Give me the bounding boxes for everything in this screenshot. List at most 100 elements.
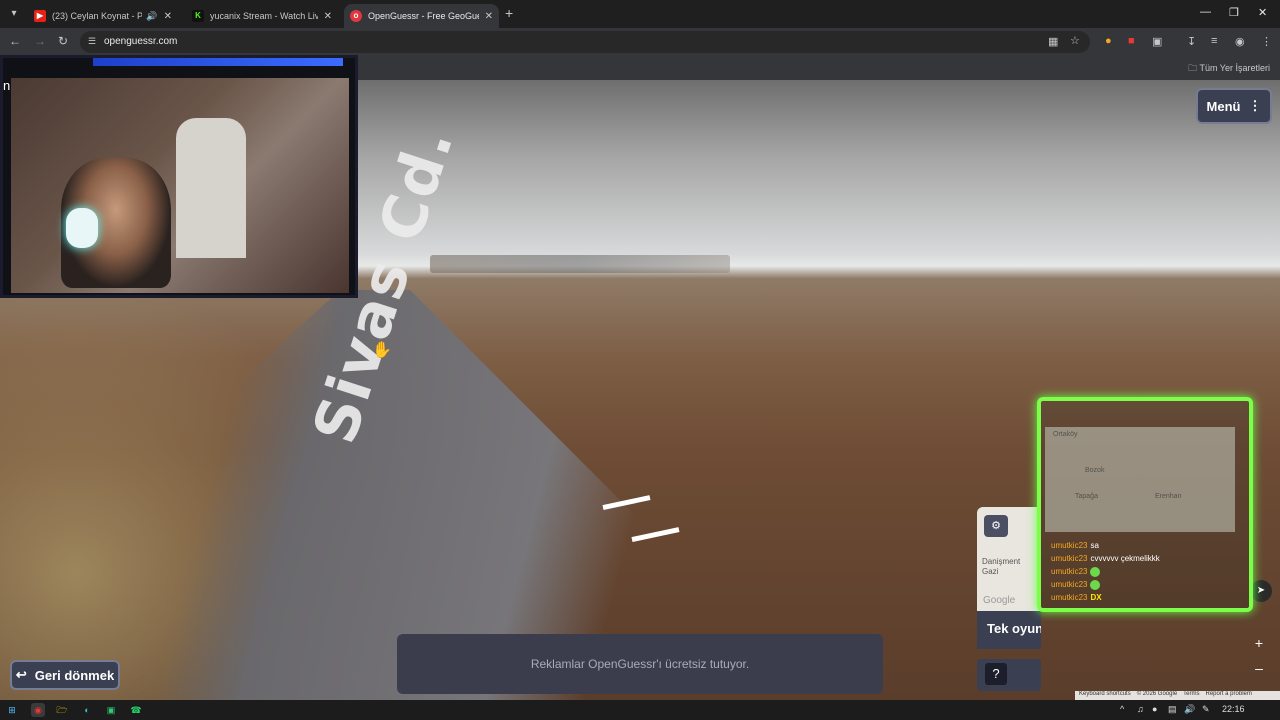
chrome-icon[interactable]: ◉ xyxy=(31,703,45,717)
windows-taskbar: ⊞ ◉ 🗁 ◐ ▣ ☎ ^ ♫ ● ▤ 🔊 ✎ 22:16 xyxy=(0,700,1280,720)
all-bookmarks-label: Tüm Yer İşaretleri xyxy=(1199,63,1270,73)
chat-message: umutkic23 xyxy=(1051,565,1247,578)
speaker-icon: 🔊 xyxy=(146,10,158,21)
edge-icon[interactable]: ◐ xyxy=(80,703,94,717)
place-label: Gazi xyxy=(982,567,999,576)
back-arrow-icon[interactable]: ← xyxy=(9,34,21,48)
adblock-icon[interactable]: ■ xyxy=(1128,35,1135,47)
back-button-label: Geri dönmek xyxy=(34,667,115,683)
close-tab-icon[interactable]: ✕ xyxy=(164,11,172,22)
new-tab-icon[interactable]: + xyxy=(505,5,513,21)
webcam-video xyxy=(11,78,349,293)
tab-title: yucanix Stream - Watch Live on xyxy=(210,11,318,21)
map-label: Bozok xyxy=(1085,467,1105,474)
volume-icon[interactable]: 🔊 xyxy=(1184,704,1195,715)
chat-messages: umutkic23 sa umutkic23 cvvvvvv çekmelikk… xyxy=(1051,539,1247,604)
webcam-edge-text: n xyxy=(3,78,11,93)
tab-title: OpenGuessr - Free GeoGuessr xyxy=(368,11,479,21)
report-problem-link[interactable]: Report a problem xyxy=(1206,691,1252,700)
chat-username: umutkic23 xyxy=(1051,554,1088,563)
single-player-label: Tek oyuncu xyxy=(977,611,1041,649)
hand-cursor-icon: ✋ xyxy=(372,342,392,359)
map-options-icon[interactable]: ⚙ xyxy=(984,515,1008,537)
google-logo: Google xyxy=(983,595,1016,606)
chat-username: umutkic23 xyxy=(1051,580,1088,589)
extension-icon[interactable]: ● xyxy=(1105,35,1112,47)
profile-avatar[interactable]: ◉ xyxy=(1235,35,1245,48)
extensions-puzzle-icon[interactable]: ▣ xyxy=(1152,35,1162,48)
guess-minimap[interactable]: ⚙ Danişment Gazi Google xyxy=(977,507,1041,611)
restore-icon[interactable]: ❐ xyxy=(1229,6,1239,19)
whatsapp-icon[interactable]: ☎ xyxy=(129,703,143,717)
site-info-icon[interactable]: ☰ xyxy=(88,36,100,48)
chat-message: umutkic23 sa xyxy=(1051,539,1247,552)
wardrobe xyxy=(176,118,246,258)
place-label: Danişment xyxy=(982,557,1021,566)
help-button-container: ? xyxy=(977,659,1041,691)
tab-openguessr[interactable]: o OpenGuessr - Free GeoGuessr ✕ xyxy=(344,4,499,28)
compass-icon[interactable]: ➤ xyxy=(1250,580,1272,602)
address-bar[interactable]: ☰ openguessr.com ▦ ☆ xyxy=(80,31,1090,53)
chat-username: umutkic23 xyxy=(1051,541,1088,550)
chat-text: cvvvvvv çekmelikkk xyxy=(1090,554,1160,563)
file-explorer-icon[interactable]: 🗁 xyxy=(55,703,69,717)
browser-toolbar: ← → ↻ ☰ openguessr.com ▦ ☆ ● ■ ▣ ↧ ≡ ◉ ⋮ xyxy=(0,28,1280,56)
close-tab-icon[interactable]: ✕ xyxy=(324,11,332,22)
chat-background-map: Ortaköy Bozok Erenhan Tapağa xyxy=(1045,427,1235,532)
tab-youtube[interactable]: ▶ (23) Ceylan Koynat - Puslu 🔊 ✕ xyxy=(28,4,178,28)
close-tab-icon[interactable]: ✕ xyxy=(485,11,493,22)
return-arrow-icon: ↩ xyxy=(15,667,27,682)
microphone-icon[interactable]: ♫ xyxy=(1137,704,1144,714)
zoom-out-icon[interactable]: – xyxy=(1250,660,1268,676)
media-icon[interactable]: ≡ xyxy=(1211,35,1217,47)
tray-app-icon[interactable]: ● xyxy=(1152,704,1157,714)
tab-kick[interactable]: K yucanix Stream - Watch Live on ✕ xyxy=(186,4,338,28)
map-label: Tapağa xyxy=(1075,493,1098,500)
emote-icon xyxy=(1090,566,1101,577)
youtube-icon: ▶ xyxy=(34,10,46,22)
tab-search-icon[interactable]: ▾ xyxy=(6,6,22,22)
zoom-in-icon[interactable]: + xyxy=(1250,635,1268,651)
help-button[interactable]: ? xyxy=(985,663,1007,685)
chat-message: umutkic23 DX xyxy=(1051,591,1247,604)
openguessr-icon: o xyxy=(350,10,362,22)
more-vert-icon: ⋮ xyxy=(1248,98,1262,113)
clock[interactable]: 22:16 xyxy=(1222,704,1245,714)
emote-icon xyxy=(1090,579,1101,590)
translate-icon[interactable]: ▦ xyxy=(1048,35,1058,48)
map-label: Ortaköy xyxy=(1053,431,1078,438)
tray-chevron-icon[interactable]: ^ xyxy=(1120,704,1124,714)
copyright-text: © 2026 Google xyxy=(1136,691,1178,697)
map-footer-links: Keyboard shortcuts © 2026 Google Terms R… xyxy=(1075,691,1280,700)
menu-button[interactable]: Menü ⋮ xyxy=(1196,88,1272,124)
horizon-buildings xyxy=(430,255,730,273)
stream-chat-overlay: Ortaköy Bozok Erenhan Tapağa umutkic23 s… xyxy=(1037,397,1253,612)
chat-text: sa xyxy=(1090,541,1099,550)
terms-link[interactable]: Terms xyxy=(1183,691,1199,700)
download-icon[interactable]: ↧ xyxy=(1187,35,1196,48)
more-menu-icon[interactable]: ⋮ xyxy=(1261,35,1272,48)
map-label: Erenhan xyxy=(1155,493,1182,500)
chat-username: umutkic23 xyxy=(1051,593,1088,602)
forward-arrow-icon[interactable]: → xyxy=(34,34,46,48)
minimize-icon[interactable]: — xyxy=(1200,6,1211,18)
network-icon[interactable]: ▤ xyxy=(1168,704,1177,715)
pen-icon[interactable]: ✎ xyxy=(1202,704,1210,715)
streamer-webcam: n xyxy=(0,55,358,298)
all-bookmarks[interactable]: 🗀 Tüm Yer İşaretleri xyxy=(1188,61,1270,77)
headphones xyxy=(66,208,98,248)
close-window-icon[interactable]: ✕ xyxy=(1258,6,1267,19)
folder-icon: 🗀 xyxy=(1188,63,1198,73)
tab-strip: ▾ ▶ (23) Ceylan Koynat - Puslu 🔊 ✕ K yuc… xyxy=(0,0,1280,28)
minimap-place-labels: Danişment Gazi xyxy=(982,557,1020,577)
chat-text: DX xyxy=(1090,593,1102,602)
reload-icon[interactable]: ↻ xyxy=(58,34,68,48)
app-icon[interactable]: ▣ xyxy=(104,703,118,717)
back-button[interactable]: ↩ Geri dönmek xyxy=(10,660,120,690)
windows-start-icon[interactable]: ⊞ xyxy=(5,703,19,717)
bookmark-star-icon[interactable]: ☆ xyxy=(1070,34,1080,47)
keyboard-shortcuts-link[interactable]: Keyboard shortcuts xyxy=(1079,691,1131,700)
chat-message: umutkic23 xyxy=(1051,578,1247,591)
webcam-frame-accent xyxy=(93,58,343,66)
menu-label: Menü xyxy=(1206,98,1241,114)
